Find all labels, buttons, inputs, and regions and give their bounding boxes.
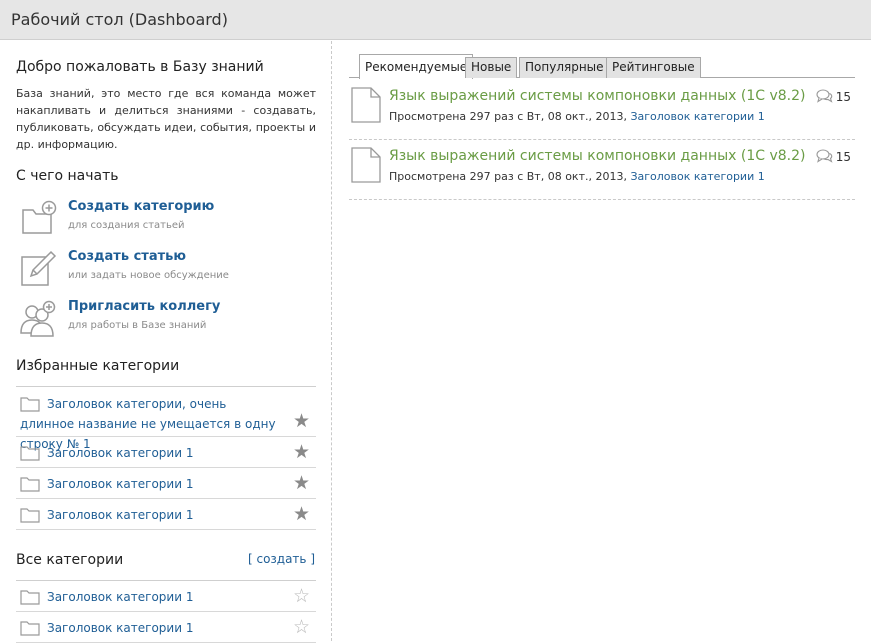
comment-count[interactable]: 15: [816, 89, 851, 104]
all-categories-list: Заголовок категории 1 ☆ Заголовок катего…: [16, 580, 316, 643]
article-title-link[interactable]: Язык выражений системы компоновки данных…: [389, 88, 806, 104]
favorite-category-row[interactable]: Заголовок категории 1 ★: [16, 437, 316, 468]
tab-popular[interactable]: Популярные: [519, 57, 610, 78]
window-title: Рабочий стол (Dashboard): [11, 10, 228, 29]
favorite-category-row[interactable]: Заголовок категории, очень длинное назва…: [16, 387, 316, 451]
document-icon: [351, 87, 381, 123]
tab-recommended[interactable]: Рекомендуемые: [359, 54, 474, 79]
star-filled-icon[interactable]: ★: [293, 441, 310, 463]
article-meta: Просмотрена 297 раз с Вт, 08 окт., 2013,…: [389, 170, 765, 183]
favorite-category-link[interactable]: Заголовок категории 1: [47, 505, 193, 525]
category-link[interactable]: Заголовок категории 1: [47, 618, 193, 638]
star-filled-icon[interactable]: ★: [293, 472, 310, 494]
all-categories-heading: Все категории: [16, 552, 124, 568]
create-article-link[interactable]: Создать статью: [68, 249, 186, 264]
article-item: Язык выражений системы компоновки данных…: [349, 80, 855, 140]
invite-users-icon: [20, 300, 56, 337]
article-meta: Просмотрена 297 раз с Вт, 08 окт., 2013,…: [389, 110, 765, 123]
welcome-text: База знаний, это место где вся команда м…: [16, 87, 316, 151]
tab-rated[interactable]: Рейтинговые: [606, 57, 701, 78]
article-views-date: Просмотрена 297 раз с Вт, 08 окт., 2013,: [389, 110, 627, 123]
invite-colleague-hint: для работы в Базе знаний: [68, 320, 207, 331]
left-panel: Добро пожаловать в Базу знаний База знан…: [0, 41, 332, 643]
article-views-date: Просмотрена 297 раз с Вт, 08 окт., 2013,: [389, 170, 627, 183]
create-category-hint: для создания статьей: [68, 220, 185, 231]
right-panel: Рекомендуемые Новые Популярные Рейтингов…: [333, 41, 871, 641]
document-icon: [351, 147, 381, 183]
create-article-hint: или задать новое обсуждение: [68, 270, 229, 281]
invite-colleague-link[interactable]: Пригласить коллегу: [68, 299, 220, 314]
comment-count-value: 15: [835, 150, 851, 164]
comment-icon: [816, 149, 833, 163]
tab-new[interactable]: Новые: [465, 57, 518, 78]
edit-icon: [21, 250, 57, 286]
invite-colleague-action[interactable]: Пригласить коллегу для работы в Базе зна…: [16, 299, 316, 343]
star-filled-icon[interactable]: ★: [293, 410, 310, 432]
folder-add-icon: [22, 200, 57, 234]
star-empty-icon[interactable]: ☆: [293, 616, 310, 638]
folder-icon: [20, 446, 40, 461]
create-category-link[interactable]: Создать категорию: [68, 199, 214, 214]
window-titlebar: Рабочий стол (Dashboard): [0, 0, 871, 40]
welcome-heading: Добро пожаловать в Базу знаний: [16, 59, 264, 75]
article-category-link[interactable]: Заголовок категории 1: [630, 110, 764, 123]
comment-icon: [816, 89, 833, 103]
category-row[interactable]: Заголовок категории 1 ☆: [16, 612, 316, 643]
favorite-category-row[interactable]: Заголовок категории 1 ★: [16, 499, 316, 530]
favorite-category-link[interactable]: Заголовок категории 1: [47, 443, 193, 463]
article-title-link[interactable]: Язык выражений системы компоновки данных…: [389, 148, 806, 164]
comment-count[interactable]: 15: [816, 149, 851, 164]
comment-count-value: 15: [835, 90, 851, 104]
favorites-heading: Избранные категории: [16, 358, 180, 374]
star-filled-icon[interactable]: ★: [293, 503, 310, 525]
article-category-link[interactable]: Заголовок категории 1: [630, 170, 764, 183]
create-article-action[interactable]: Создать статью или задать новое обсужден…: [16, 249, 316, 293]
start-heading: С чего начать: [16, 168, 119, 184]
favorite-category-row[interactable]: Заголовок категории 1 ★: [16, 468, 316, 499]
folder-icon: [20, 477, 40, 492]
category-row[interactable]: Заголовок категории 1 ☆: [16, 581, 316, 612]
article-tabs: Рекомендуемые Новые Популярные Рейтингов…: [349, 54, 855, 79]
article-item: Язык выражений системы компоновки данных…: [349, 140, 855, 200]
favorites-list: Заголовок категории, очень длинное назва…: [16, 386, 316, 530]
category-link[interactable]: Заголовок категории 1: [47, 587, 193, 607]
favorite-category-link[interactable]: Заголовок категории 1: [47, 474, 193, 494]
folder-icon: [20, 621, 40, 636]
create-category-button[interactable]: [ создать ]: [248, 552, 315, 566]
folder-icon: [20, 508, 40, 523]
folder-icon: [20, 590, 40, 605]
star-empty-icon[interactable]: ☆: [293, 585, 310, 607]
create-category-action[interactable]: Создать категорию для создания статьей: [16, 199, 316, 243]
